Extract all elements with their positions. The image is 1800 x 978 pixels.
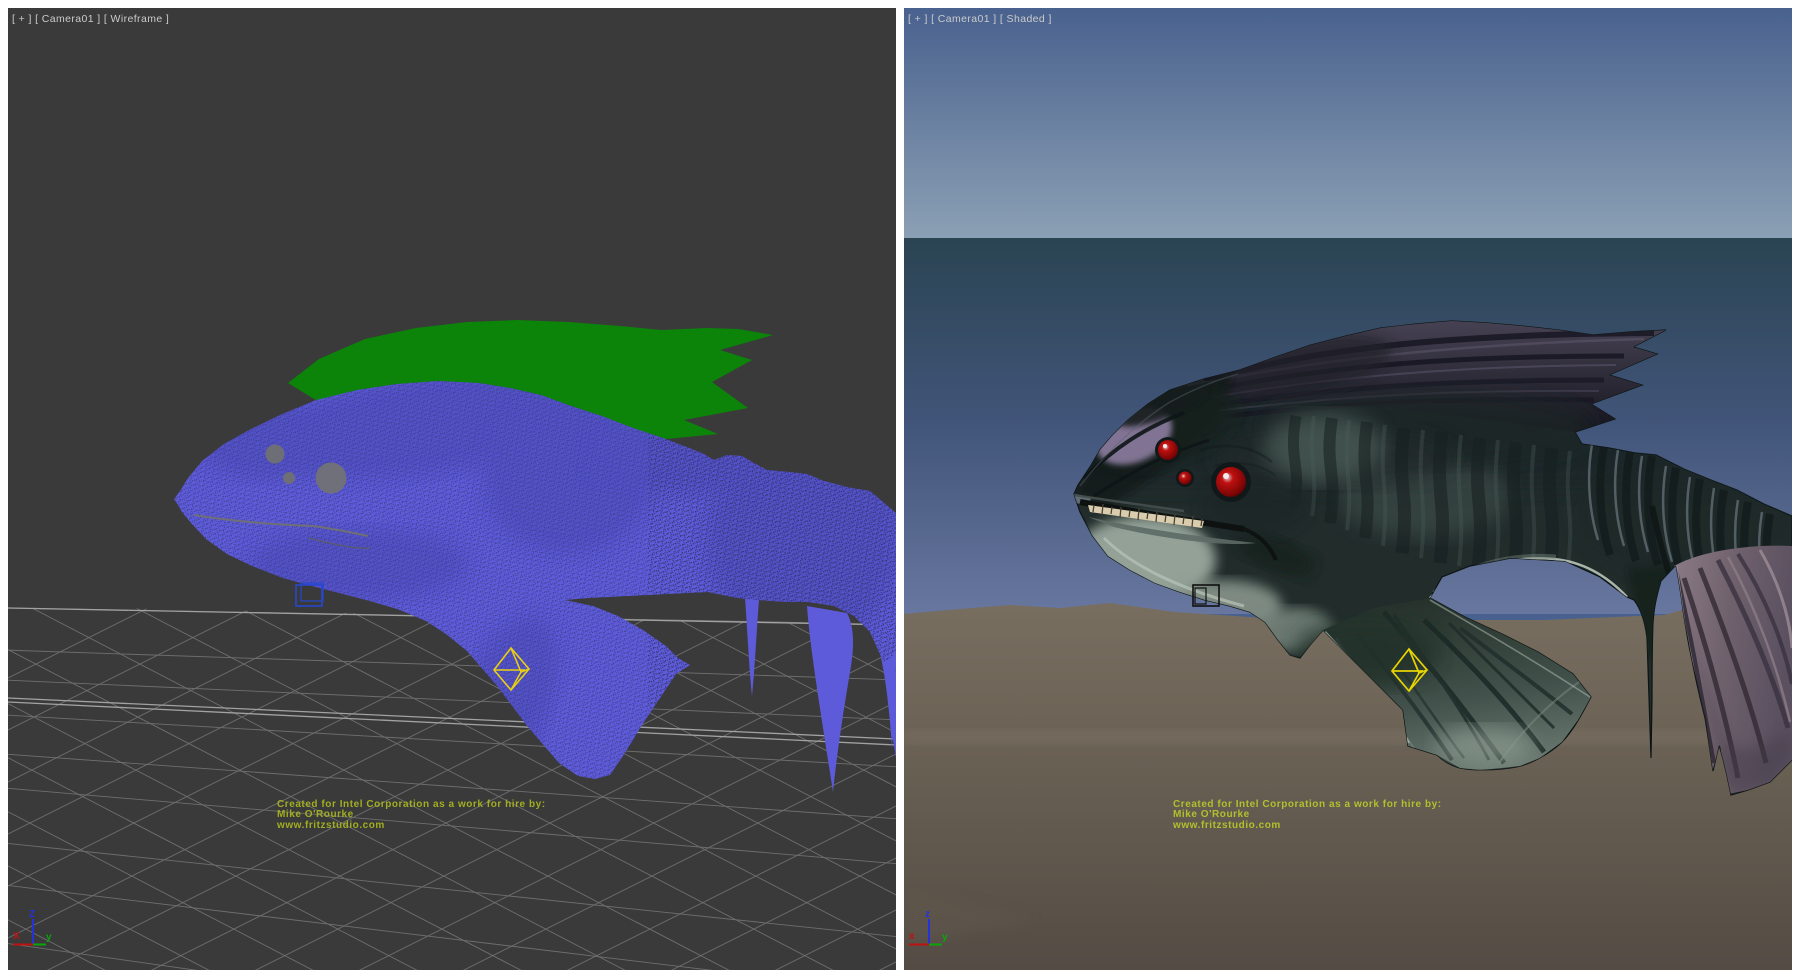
svg-text:x: x bbox=[909, 931, 915, 942]
svg-text:y: y bbox=[46, 932, 52, 943]
svg-text:z: z bbox=[925, 909, 930, 920]
svg-text:Z: Z bbox=[29, 909, 35, 920]
svg-text:X: X bbox=[13, 931, 20, 942]
svg-text:y: y bbox=[942, 932, 948, 943]
